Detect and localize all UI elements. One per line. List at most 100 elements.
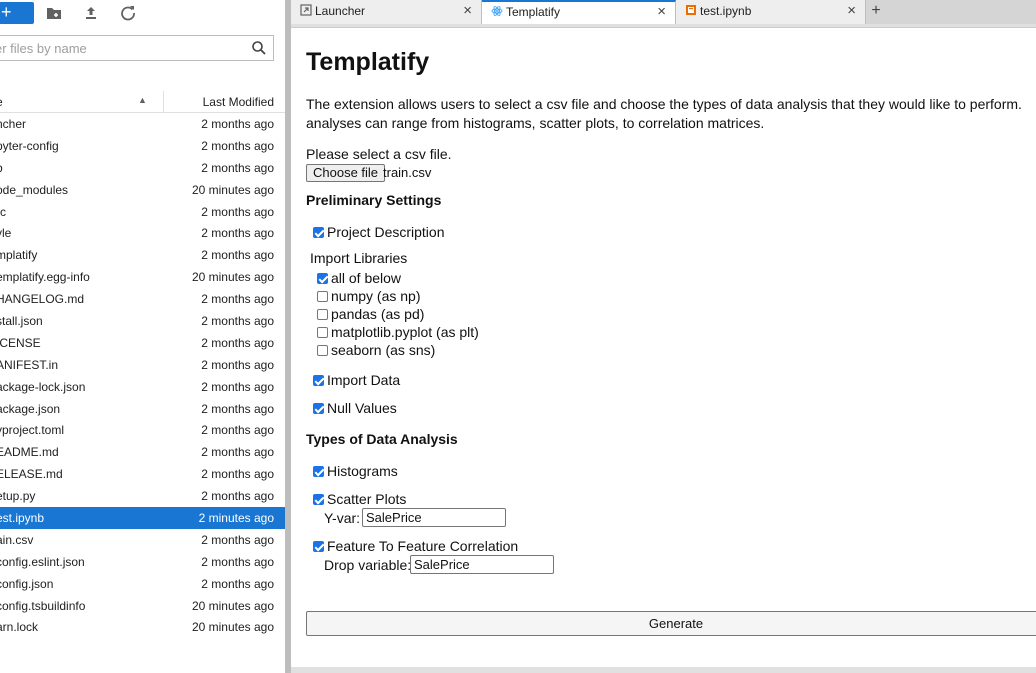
refresh-icon[interactable] bbox=[118, 3, 138, 23]
file-name: config.tsbuildinfo bbox=[0, 598, 86, 613]
launcher-icon bbox=[300, 4, 312, 16]
project-description-option[interactable]: Project Description bbox=[313, 224, 445, 240]
yvar-label: Y-var: bbox=[324, 510, 361, 526]
preliminary-settings-heading: Preliminary Settings bbox=[306, 192, 442, 208]
file-modified: 20 minutes ago bbox=[191, 182, 274, 197]
upload-icon[interactable] bbox=[81, 3, 101, 23]
yvar-input[interactable]: SalePrice bbox=[362, 508, 506, 527]
file-filter[interactable] bbox=[0, 35, 274, 61]
library-option[interactable]: seaborn (as sns) bbox=[317, 342, 435, 358]
file-row[interactable]: ANIFEST.in 2 months ago bbox=[0, 354, 285, 376]
file-name: emplatify.egg-info bbox=[0, 270, 90, 285]
scatter-plots-option[interactable]: Scatter Plots bbox=[313, 491, 406, 507]
checkbox[interactable] bbox=[317, 273, 328, 284]
file-modified: 2 months ago bbox=[201, 467, 274, 482]
checkbox[interactable] bbox=[313, 403, 324, 414]
file-name: b bbox=[0, 157, 3, 179]
tab-templatify[interactable]: Templatify × bbox=[482, 0, 676, 24]
file-modified: 2 months ago bbox=[201, 160, 274, 175]
file-row[interactable]: b 2 months ago bbox=[0, 157, 285, 179]
choose-file-button[interactable]: Choose file bbox=[306, 164, 386, 182]
new-launcher-button[interactable]: + bbox=[0, 2, 34, 24]
file-modified: 2 months ago bbox=[201, 357, 274, 372]
file-name: ICENSE bbox=[0, 335, 41, 350]
library-option[interactable]: all of below bbox=[317, 270, 401, 286]
file-row[interactable]: arn.lock 20 minutes ago bbox=[0, 616, 285, 638]
file-modified: 2 months ago bbox=[201, 204, 274, 219]
checkbox[interactable] bbox=[313, 227, 324, 238]
file-browser-panel: + e ▲ Last Modified ncher2 months agopyt… bbox=[0, 0, 285, 673]
histograms-option[interactable]: Histograms bbox=[313, 463, 398, 479]
checkbox[interactable] bbox=[317, 309, 328, 320]
file-row[interactable]: ain.csv 2 months ago bbox=[0, 529, 285, 551]
close-icon[interactable]: × bbox=[463, 0, 472, 22]
file-row[interactable]: rc 2 months ago bbox=[0, 201, 285, 223]
file-row[interactable]: mplatify 2 months ago bbox=[0, 244, 285, 266]
import-data-option[interactable]: Import Data bbox=[313, 372, 400, 388]
file-row[interactable]: stall.json 2 months ago bbox=[0, 310, 285, 332]
drop-variable-label: Drop variable: bbox=[324, 557, 412, 573]
drop-variable-input[interactable]: SalePrice bbox=[410, 555, 554, 574]
tab-launcher[interactable]: Launcher × bbox=[291, 0, 482, 24]
file-name: etup.py bbox=[0, 489, 36, 504]
file-name: est.ipynb bbox=[0, 511, 45, 526]
tab-label: Templatify bbox=[506, 5, 561, 19]
column-divider[interactable] bbox=[163, 91, 164, 113]
checkbox[interactable] bbox=[317, 345, 328, 356]
file-modified: 2 months ago bbox=[201, 335, 274, 350]
file-row[interactable]: ncher 2 months ago bbox=[0, 113, 285, 135]
file-row[interactable]: config.eslint.json 2 months ago bbox=[0, 551, 285, 573]
tab-test-notebook[interactable]: test.ipynb × bbox=[676, 0, 866, 24]
import-libraries-heading: Import Libraries bbox=[310, 250, 408, 266]
react-icon bbox=[491, 6, 503, 16]
library-option[interactable]: numpy (as np) bbox=[317, 288, 420, 304]
file-row[interactable]: etup.py 2 months ago bbox=[0, 485, 285, 507]
null-values-option[interactable]: Null Values bbox=[313, 400, 397, 416]
file-row[interactable]: ode_modules 20 minutes ago bbox=[0, 179, 285, 201]
option-label: all of below bbox=[331, 270, 402, 286]
file-row[interactable]: yproject.toml 2 months ago bbox=[0, 419, 285, 441]
file-modified: 2 months ago bbox=[201, 138, 274, 153]
file-name: rc bbox=[0, 204, 6, 219]
library-option[interactable]: matplotlib.pyplot (as plt) bbox=[317, 324, 479, 340]
checkbox[interactable] bbox=[313, 541, 324, 552]
file-row[interactable]: config.json 2 months ago bbox=[0, 573, 285, 595]
checkbox[interactable] bbox=[313, 466, 324, 477]
checkbox[interactable] bbox=[317, 327, 328, 338]
file-row[interactable]: ackage.json 2 months ago bbox=[0, 398, 285, 420]
file-modified: 2 months ago bbox=[201, 117, 274, 131]
option-label: Project Description bbox=[327, 224, 445, 240]
close-icon[interactable]: × bbox=[657, 2, 666, 22]
file-row[interactable]: HANGELOG.md 2 months ago bbox=[0, 288, 285, 310]
column-header-last-modified[interactable]: Last Modified bbox=[203, 95, 274, 109]
page-title: Templatify bbox=[306, 48, 430, 76]
close-icon[interactable]: × bbox=[847, 0, 856, 22]
library-option[interactable]: pandas (as pd) bbox=[317, 306, 424, 322]
file-row[interactable]: ackage-lock.json 2 months ago bbox=[0, 376, 285, 398]
file-row[interactable]: est.ipynb 2 minutes ago bbox=[0, 507, 285, 529]
file-name: arn.lock bbox=[0, 620, 39, 635]
feature-correlation-option[interactable]: Feature To Feature Correlation bbox=[313, 538, 518, 554]
sort-ascending-icon[interactable]: ▲ bbox=[138, 95, 147, 105]
add-tab-button[interactable]: + bbox=[866, 0, 886, 24]
file-browser-toolbar: + bbox=[0, 0, 285, 28]
checkbox[interactable] bbox=[313, 375, 324, 386]
file-row[interactable]: pyter-config 2 months ago bbox=[0, 135, 285, 157]
column-header-name[interactable]: e bbox=[0, 95, 3, 109]
checkbox[interactable] bbox=[317, 291, 328, 302]
file-modified: 2 months ago bbox=[201, 248, 274, 263]
new-folder-icon[interactable] bbox=[44, 3, 64, 23]
file-filter-input[interactable] bbox=[0, 36, 245, 60]
file-row[interactable]: config.tsbuildinfo 20 minutes ago bbox=[0, 595, 285, 617]
file-row[interactable]: emplatify.egg-info 20 minutes ago bbox=[0, 266, 285, 288]
file-name: HANGELOG.md bbox=[0, 292, 85, 307]
file-row[interactable]: EADME.md 2 months ago bbox=[0, 441, 285, 463]
checkbox[interactable] bbox=[313, 494, 324, 505]
option-label: matplotlib.pyplot (as plt) bbox=[331, 324, 479, 340]
file-row[interactable]: ICENSE 2 months ago bbox=[0, 332, 285, 354]
file-modified: 20 minutes ago bbox=[191, 620, 274, 635]
file-modified: 2 months ago bbox=[201, 314, 274, 329]
generate-button[interactable]: Generate bbox=[306, 611, 1036, 636]
file-row[interactable]: yle 2 months ago bbox=[0, 222, 285, 244]
file-row[interactable]: ELEASE.md 2 months ago bbox=[0, 463, 285, 485]
